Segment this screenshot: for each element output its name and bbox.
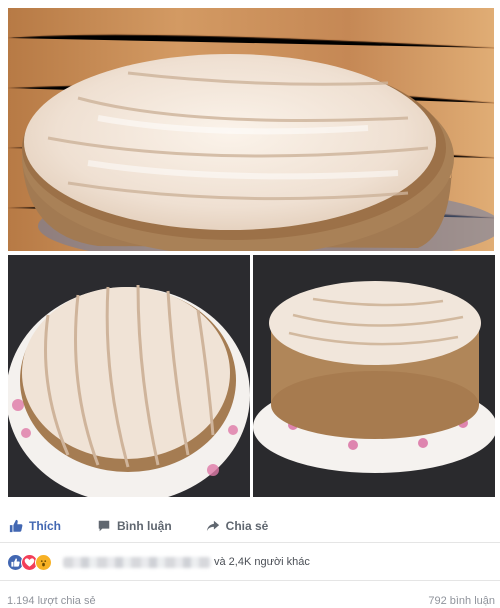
- reaction-icons: [7, 553, 52, 571]
- post-action-bar: Thích Bình luận Chia sẻ: [0, 510, 500, 543]
- blurred-names: [63, 556, 211, 568]
- comment-button[interactable]: Bình luận: [97, 519, 172, 533]
- comment-icon: [97, 519, 111, 533]
- cake-top-photo[interactable]: [8, 8, 494, 251]
- like-button[interactable]: Thích: [9, 519, 61, 533]
- share-icon: [206, 519, 220, 533]
- post-footer: 1.194 lượt chia sẻ 792 bình luận: [0, 580, 500, 608]
- others-count-text: và 2,4K người khác: [214, 556, 310, 568]
- shares-count[interactable]: 1.194 lượt chia sẻ: [7, 595, 96, 607]
- share-label: Chia sẻ: [225, 519, 269, 533]
- cake-bottom-right-photo[interactable]: [253, 255, 495, 497]
- comment-label: Bình luận: [117, 519, 172, 533]
- reactions-summary[interactable]: và 2,4K người khác: [0, 548, 500, 576]
- facebook-post: Thích Bình luận Chia sẻ và 2,4K người kh…: [0, 0, 500, 607]
- share-button[interactable]: Chia sẻ: [206, 519, 269, 533]
- wow-reaction-icon: [35, 553, 52, 571]
- thumbs-up-icon: [9, 519, 23, 533]
- cake-bottom-left-photo[interactable]: [8, 255, 250, 497]
- comments-count[interactable]: 792 bình luận: [428, 595, 495, 607]
- like-label: Thích: [29, 519, 61, 533]
